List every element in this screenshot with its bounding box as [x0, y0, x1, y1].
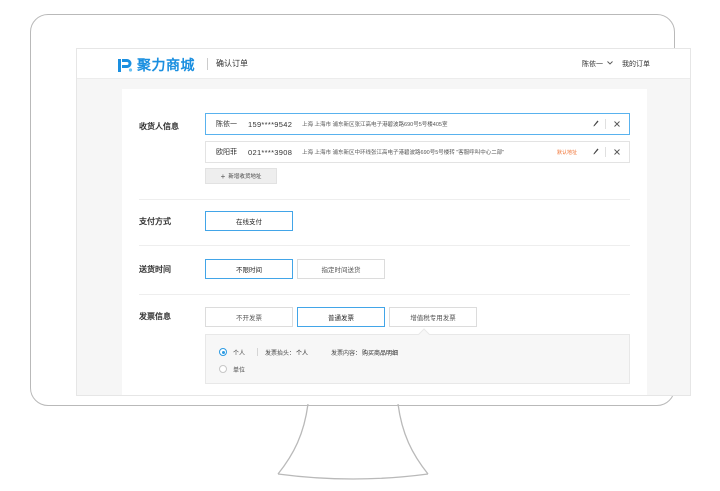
- panel-divider: [257, 348, 258, 356]
- invoice-section-label: 发票信息: [139, 312, 171, 321]
- section-divider: [139, 294, 630, 295]
- user-name: 陈依一: [582, 61, 603, 68]
- recipient-phone: 021****3908: [248, 147, 293, 157]
- top-header: 聚力商城 确认订单 陈依一 我的订单: [77, 49, 690, 79]
- radio-personal-label: 个人: [233, 351, 246, 357]
- invoice-option-vat[interactable]: 增值税专用发票: [389, 307, 477, 327]
- monitor-frame: 聚力商城 确认订单 陈依一 我的订单 收货人信息 陈依一 159****9542…: [30, 14, 691, 406]
- section-divider: [139, 245, 630, 246]
- add-address-button[interactable]: + 新增收货地址: [205, 168, 277, 184]
- logo-text: 聚力商城: [137, 57, 195, 73]
- plus-icon: +: [220, 171, 226, 181]
- user-menu[interactable]: 陈依一: [582, 59, 613, 69]
- payment-section-label: 支付方式: [139, 217, 171, 226]
- invoice-content-prefix: 发票内容：: [331, 351, 362, 357]
- radio-company[interactable]: [219, 365, 227, 373]
- chevron-down-icon: [607, 61, 613, 67]
- section-divider: [139, 199, 630, 200]
- invoice-detail-panel: 个人 发票抬头： 个人 发票内容： 购买商品明细 单位: [205, 328, 630, 384]
- delivery-section-label: 送货时间: [139, 265, 171, 274]
- address-item[interactable]: 陈依一 159****9542 上海 上海市 浦东新区张江高电子港碧波路690号…: [205, 113, 630, 135]
- address-section-label: 收货人信息: [139, 122, 179, 131]
- address-detail: 上海 上海市 浦东新区张江高电子港碧波路690号5号楼405室: [302, 122, 448, 128]
- close-icon[interactable]: [614, 120, 620, 129]
- invoice-content-value: 购买商品明细: [362, 351, 399, 357]
- invoice-option-none[interactable]: 不开发票: [205, 307, 293, 327]
- default-address-tag: 默认地址: [557, 149, 578, 156]
- address-detail: 上海 上海市 浦东新区中环线张江高电子港碧波路690号5号楼转 "客服呼叫中心二…: [302, 150, 505, 156]
- address-item[interactable]: 欧阳菲 021****3908 上海 上海市 浦东新区中环线张江高电子港碧波路6…: [205, 141, 630, 163]
- invoice-title-prefix: 发票抬头：: [265, 351, 296, 357]
- screen: 聚力商城 确认订单 陈依一 我的订单 收货人信息 陈依一 159****9542…: [76, 48, 691, 396]
- page-title: 确认订单: [216, 59, 248, 68]
- pencil-icon[interactable]: [593, 120, 599, 129]
- recipient-phone: 159****9542: [248, 119, 293, 129]
- radio-company-label: 单位: [233, 368, 246, 374]
- recipient-name: 欧阳菲: [216, 149, 237, 156]
- recipient-name: 陈依一: [216, 121, 237, 128]
- my-orders-link[interactable]: 我的订单: [622, 59, 650, 69]
- pencil-icon[interactable]: [593, 148, 599, 157]
- logo[interactable]: 聚力商城: [117, 55, 195, 75]
- action-divider: [605, 119, 606, 129]
- delivery-option-any-time[interactable]: 不限时间: [205, 259, 293, 279]
- invoice-title-value: 个人: [296, 351, 309, 357]
- close-icon[interactable]: [614, 148, 620, 157]
- header-divider: [207, 58, 208, 70]
- radio-personal[interactable]: [219, 348, 227, 356]
- monitor-stand: [277, 404, 429, 480]
- panel-notch: [418, 328, 430, 340]
- delivery-option-scheduled[interactable]: 指定时间送货: [297, 259, 385, 279]
- invoice-option-normal[interactable]: 普通发票: [297, 307, 385, 327]
- add-address-label: 新增收货地址: [228, 174, 262, 180]
- logo-icon: [117, 57, 133, 73]
- order-card: 收货人信息 陈依一 159****9542 上海 上海市 浦东新区张江高电子港碧…: [122, 89, 647, 395]
- payment-option-online[interactable]: 在线支付: [205, 211, 293, 231]
- action-divider: [605, 147, 606, 157]
